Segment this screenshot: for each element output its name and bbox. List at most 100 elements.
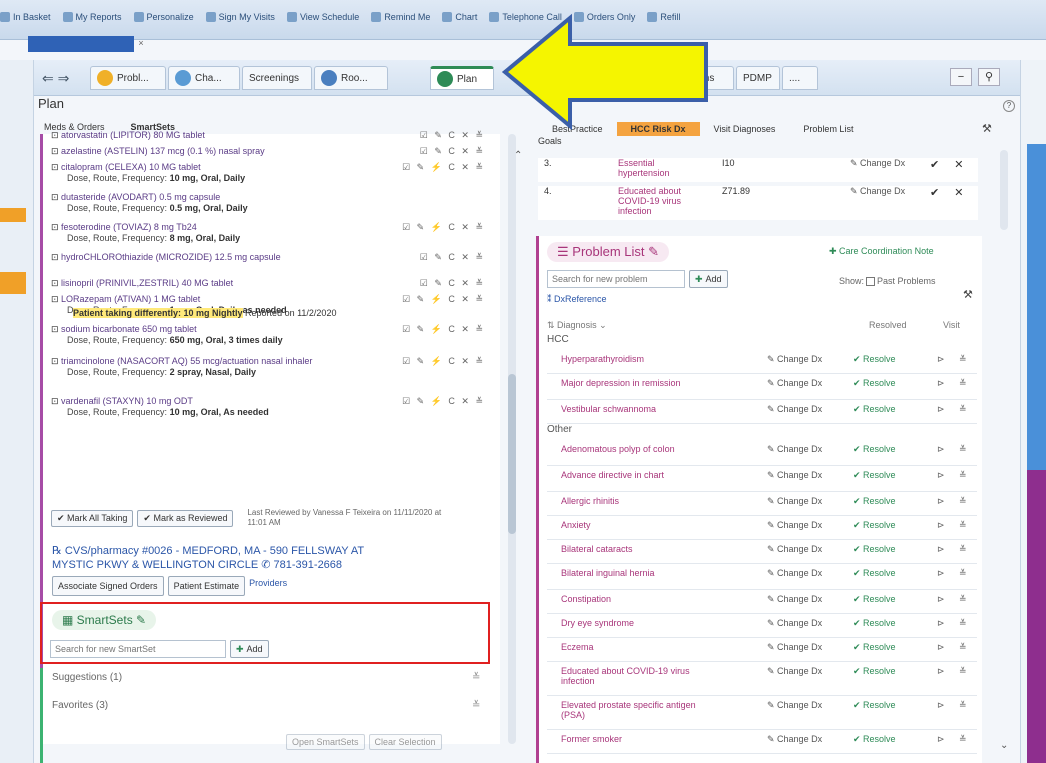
change-dx-button[interactable]: ✎ Change Dx xyxy=(767,470,822,481)
problem-name[interactable]: Anxiety xyxy=(561,520,711,530)
tab-rooming[interactable]: Roo... xyxy=(314,66,388,90)
medication-name[interactable]: dutasteride (AVODART) 0.5 mg capsule xyxy=(61,192,220,202)
nav-arrows-icon[interactable]: ⇐ ⇒ xyxy=(42,70,69,87)
change-dx-button[interactable]: ✎ Change Dx xyxy=(850,158,905,169)
visit-icons[interactable]: ⊳ ≚ xyxy=(937,404,973,415)
accept-remove-icons[interactable]: ✔ ✕ xyxy=(930,158,970,171)
change-dx-button[interactable]: ✎ Change Dx xyxy=(767,378,822,389)
providers-link[interactable]: Providers xyxy=(249,576,287,596)
resolve-button[interactable]: ✔ Resolve xyxy=(853,544,896,555)
associate-signed-orders-button[interactable]: Associate Signed Orders xyxy=(52,576,164,596)
visit-icons[interactable]: ⊳ ≚ xyxy=(937,444,973,455)
wrench-icon[interactable]: ⚒ xyxy=(963,288,973,301)
visit-icons[interactable]: ⊳ ≚ xyxy=(937,544,973,555)
medication-name[interactable]: azelastine (ASTELIN) 137 mcg (0.1 %) nas… xyxy=(61,146,265,156)
medication-row[interactable]: ⊡ hydroCHLOROthiazide (MICROZIDE) 12.5 m… xyxy=(51,252,499,263)
goal-row[interactable]: 4. Educated about COVID-19 virus infectio… xyxy=(538,186,978,220)
care-coordination-note-link[interactable]: ✚ Care Coordination Note xyxy=(829,246,934,257)
med-action-icons[interactable]: ☑ ✎ ⚡ C ✕ ≚ xyxy=(402,324,485,335)
change-dx-button[interactable]: ✎ Change Dx xyxy=(767,496,822,507)
goal-row[interactable]: 3. Essential hypertension I10 ✎ Change Dx ✔ … xyxy=(538,158,978,182)
problem-name[interactable]: Elevated prostate specific antigen (PSA) xyxy=(561,700,711,720)
resolve-button[interactable]: ✔ Resolve xyxy=(853,378,896,389)
problem-row[interactable]: Anxiety ✎ Change Dx ✔ Resolve ⊳ ≚ xyxy=(547,516,977,540)
problem-row[interactable]: Hyperparathyroidism ✎ Change Dx ✔ Resolve ⊳… xyxy=(547,350,977,374)
med-action-icons[interactable]: ☑ ✎ ⚡ C ✕ ≚ xyxy=(402,294,485,305)
visit-icons[interactable]: ⊳ ≚ xyxy=(937,496,973,507)
resolve-button[interactable]: ✔ Resolve xyxy=(853,568,896,579)
medication-name[interactable]: sodium bicarbonate 650 mg tablet xyxy=(61,324,197,334)
tab-chart[interactable]: Cha... xyxy=(168,66,240,90)
visit-icons[interactable]: ⊳ ≚ xyxy=(937,378,973,389)
resolve-button[interactable]: ✔ Resolve xyxy=(853,470,896,481)
problem-name[interactable]: Hyperparathyroidism xyxy=(561,354,711,364)
toolbar-item[interactable]: View Schedule xyxy=(286,12,359,22)
add-smartset-button[interactable]: ✚ Add xyxy=(230,640,269,658)
toolbar-item[interactable]: Chart xyxy=(442,12,477,22)
change-dx-button[interactable]: ✎ Change Dx xyxy=(767,568,822,579)
patient-estimate-button[interactable]: Patient Estimate xyxy=(167,576,246,596)
minimize-button[interactable]: − xyxy=(950,68,972,86)
medication-row[interactable]: ⊡ vardenafil (STAXYN) 10 mg ODT Dose, Rou… xyxy=(51,396,499,417)
wrench-icon[interactable]: ⚒ xyxy=(982,122,992,135)
patient-tab[interactable] xyxy=(28,36,134,52)
problem-row[interactable]: Allergic rhinitis ✎ Change Dx ✔ Resolve ⊳ ≚ xyxy=(547,492,977,516)
medication-row[interactable]: ⊡ triamcinolone (NASACORT AQ) 55 mcg/act… xyxy=(51,356,499,377)
problem-row[interactable]: Adenomatous polyp of colon ✎ Change Dx ✔ R… xyxy=(547,440,977,466)
visit-icons[interactable]: ⊳ ≚ xyxy=(937,666,973,677)
visit-icons[interactable]: ⊳ ≚ xyxy=(937,520,973,531)
resolve-button[interactable]: ✔ Resolve xyxy=(853,594,896,605)
chevron-down-icon[interactable]: ≚ xyxy=(472,700,480,711)
goals-scrollbar[interactable] xyxy=(1000,150,1008,230)
diagnosis-name[interactable]: Educated about COVID-19 virus infection xyxy=(618,186,708,216)
problem-row[interactable]: Elevated prostate specific antigen (PSA)… xyxy=(547,696,977,730)
resolve-button[interactable]: ✔ Resolve xyxy=(853,734,896,745)
medication-name[interactable]: hydroCHLOROthiazide (MICROZIDE) 12.5 mg … xyxy=(61,252,281,262)
toolbar-item[interactable]: Personalize xyxy=(133,12,194,22)
diagnosis-name[interactable]: Essential hypertension xyxy=(618,158,708,178)
mid-scroll-arrows[interactable]: ⌃ xyxy=(514,150,522,750)
change-dx-button[interactable]: ✎ Change Dx xyxy=(767,404,822,415)
problem-row[interactable]: Educated about COVID-19 virus infection ✎… xyxy=(547,662,977,696)
visit-icons[interactable]: ⊳ ≚ xyxy=(937,594,973,605)
past-problems-checkbox[interactable] xyxy=(866,277,876,287)
change-dx-button[interactable]: ✎ Change Dx xyxy=(767,734,822,745)
accept-remove-icons[interactable]: ✔ ✕ xyxy=(930,186,970,199)
mark-as-reviewed-button[interactable]: ✔ Mark as Reviewed xyxy=(137,509,234,527)
medication-row[interactable]: ⊡ lisinopril (PRINIVIL,ZESTRIL) 40 MG ta… xyxy=(51,278,499,289)
medication-name[interactable]: fesoterodine (TOVIAZ) 8 mg Tb24 xyxy=(61,222,197,232)
problem-row[interactable]: Advance directive in chart ✎ Change Dx ✔ R… xyxy=(547,466,977,492)
change-dx-button[interactable]: ✎ Change Dx xyxy=(767,666,822,677)
dxreference-link[interactable]: ⁑ DxReference xyxy=(547,294,607,305)
med-action-icons[interactable]: ☑ ✎ C ✕ ≚ xyxy=(420,130,485,141)
problem-name[interactable]: Allergic rhinitis xyxy=(561,496,711,506)
resolve-button[interactable]: ✔ Resolve xyxy=(853,520,896,531)
problem-row[interactable]: Former smoker ✎ Change Dx ✔ Resolve ⊳ ≚ xyxy=(547,730,977,754)
problem-name[interactable]: Vestibular schwannoma xyxy=(561,404,711,414)
medication-row[interactable]: ⊡ atorvastatin (LIPITOR) 80 MG tablet ☑ ✎… xyxy=(51,130,499,141)
smartset-search-input[interactable] xyxy=(50,640,226,658)
problem-name[interactable]: Bilateral cataracts xyxy=(561,544,711,554)
scroll-up-icon[interactable]: ⌃ xyxy=(514,150,522,161)
toolbar-item[interactable]: My Reports xyxy=(62,12,122,22)
medication-row[interactable]: ⊡ fesoterodine (TOVIAZ) 8 mg Tb24 Dose, R… xyxy=(51,222,499,243)
medication-name[interactable]: LORazepam (ATIVAN) 1 MG tablet xyxy=(61,294,200,304)
problem-row[interactable]: Vestibular schwannoma ✎ Change Dx ✔ Resolv… xyxy=(547,400,977,424)
help-icon[interactable]: ? xyxy=(1003,100,1015,112)
close-patient-tab-button[interactable]: × xyxy=(134,38,148,52)
med-action-icons[interactable]: ☑ ✎ C ✕ ≚ xyxy=(420,146,485,157)
med-action-icons[interactable]: ☑ ✎ ⚡ C ✕ ≚ xyxy=(402,356,485,367)
problem-name[interactable]: Dry eye syndrome xyxy=(561,618,711,628)
tab-screenings[interactable]: Screenings xyxy=(242,66,312,90)
medication-name[interactable]: citalopram (CELEXA) 10 MG tablet xyxy=(61,162,201,172)
tab-plan[interactable]: Plan xyxy=(430,66,494,90)
med-action-icons[interactable]: ☑ ✎ ⚡ C ✕ ≚ xyxy=(402,396,485,407)
med-action-icons[interactable]: ☑ ✎ C ✕ ≚ xyxy=(420,252,485,263)
problem-row[interactable]: Major depression in remission ✎ Change Dx… xyxy=(547,374,977,400)
toolbar-item[interactable]: Remind Me xyxy=(371,12,430,22)
change-dx-button[interactable]: ✎ Change Dx xyxy=(767,544,822,555)
resolve-button[interactable]: ✔ Resolve xyxy=(853,618,896,629)
problem-scroll-down[interactable]: ⌄ xyxy=(1000,380,1008,763)
chevron-down-icon[interactable]: ≚ xyxy=(472,672,480,683)
change-dx-button[interactable]: ✎ Change Dx xyxy=(767,594,822,605)
